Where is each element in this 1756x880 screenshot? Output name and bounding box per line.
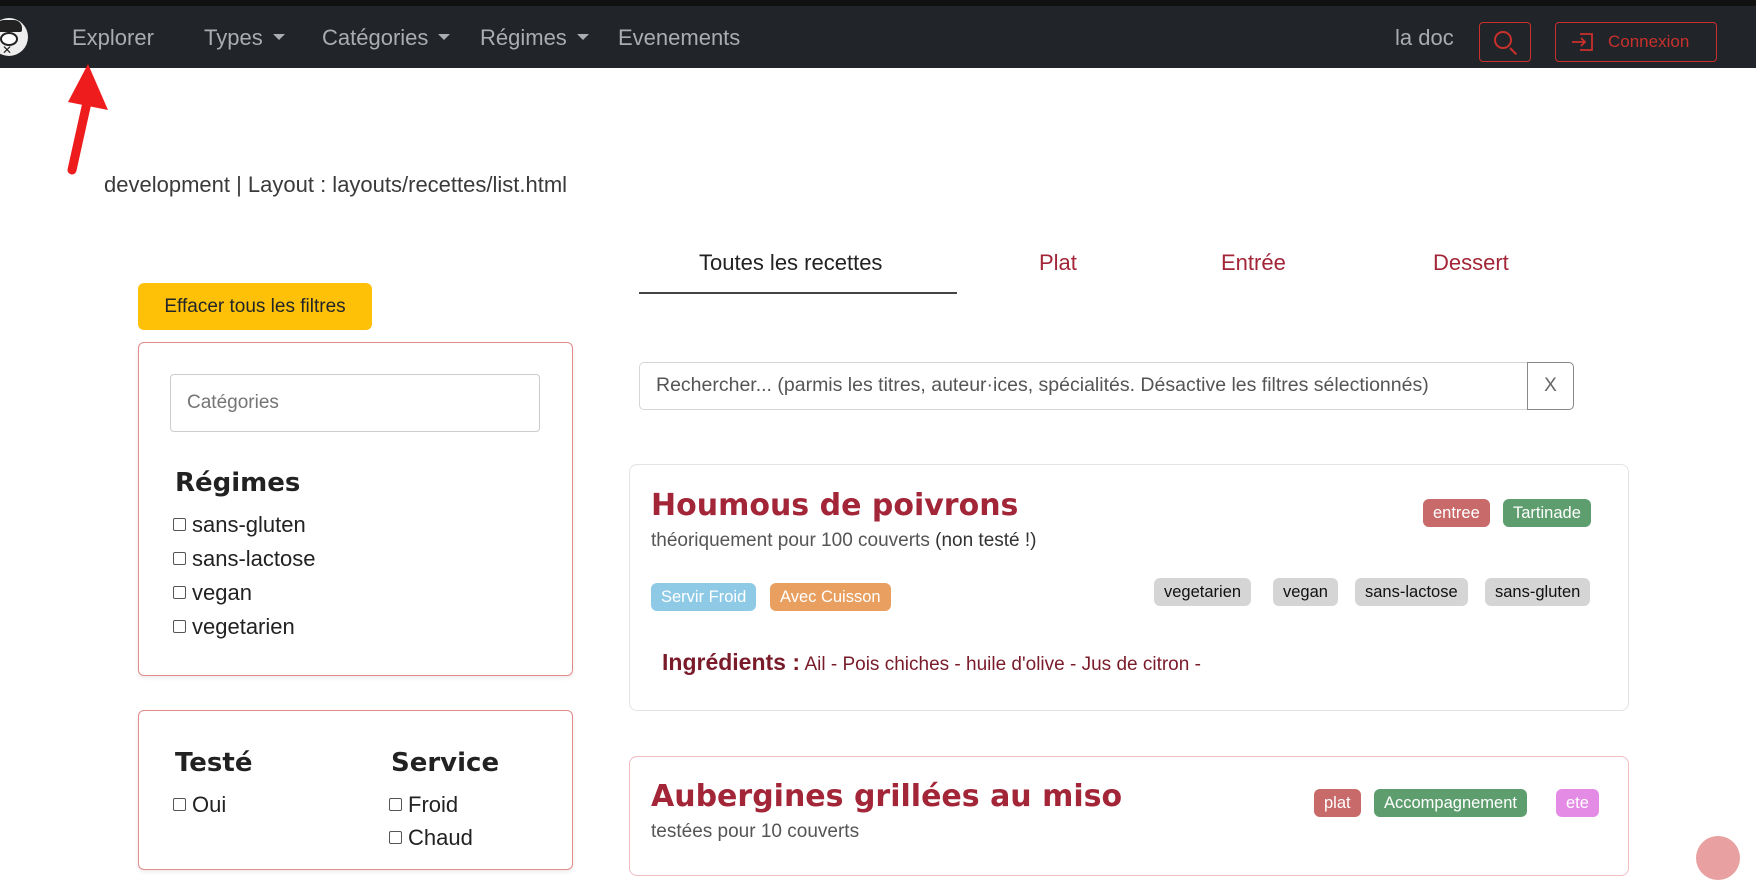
- service-checkbox-froid[interactable]: Froid: [389, 792, 458, 818]
- regime-label: vegan: [192, 580, 252, 605]
- categories-search-input[interactable]: [170, 374, 540, 432]
- service-label: Chaud: [408, 825, 473, 850]
- recipe-search-input[interactable]: Rechercher... (parmis les titres, auteur…: [639, 362, 1529, 410]
- regime-checkbox-sans-gluten[interactable]: sans-gluten: [173, 512, 306, 538]
- nav-doc-link[interactable]: la doc: [1395, 18, 1454, 58]
- category-badge: Accompagnement: [1374, 789, 1527, 817]
- recipe-title[interactable]: Aubergines grillées au miso: [651, 779, 1122, 814]
- floating-action-button[interactable]: [1696, 836, 1740, 880]
- type-badge: entree: [1423, 499, 1490, 527]
- category-badge: Tartinade: [1503, 499, 1591, 527]
- service-title: Service: [391, 748, 500, 778]
- diet-badge: vegan: [1273, 578, 1338, 606]
- recipe-servings-text: théoriquement pour 100 couverts: [651, 530, 930, 551]
- chef-logo-icon[interactable]: ✕: [0, 18, 28, 56]
- login-button[interactable]: Connexion: [1555, 22, 1717, 62]
- tab-all-recipes[interactable]: Toutes les recettes: [699, 250, 882, 276]
- regime-label: sans-gluten: [192, 512, 306, 537]
- recipe-servings: théoriquement pour 100 couverts (non tes…: [651, 530, 1037, 552]
- tab-entree[interactable]: Entrée: [1221, 250, 1286, 276]
- dev-layout-info: development | Layout : layouts/recettes/…: [104, 172, 568, 197]
- type-badge: plat: [1314, 789, 1361, 817]
- teste-checkbox-oui[interactable]: Oui: [173, 792, 226, 818]
- nav-categories-label: Catégories: [322, 25, 429, 50]
- nav-types-dropdown[interactable]: Types: [204, 18, 285, 58]
- recipe-ingredients: Ingrédients : Ail - Pois chiches - huile…: [662, 649, 1201, 676]
- diet-badge: sans-lactose: [1355, 578, 1468, 606]
- clear-filters-button[interactable]: Effacer tous les filtres: [138, 283, 372, 330]
- login-label: Connexion: [1608, 32, 1690, 51]
- nav-regimes-dropdown[interactable]: Régimes: [480, 18, 589, 58]
- checkbox[interactable]: [173, 552, 186, 565]
- checkbox[interactable]: [173, 586, 186, 599]
- season-badge: ete: [1556, 789, 1599, 817]
- recipe-servings: testées pour 10 couverts: [651, 821, 860, 842]
- recipe-title[interactable]: Houmous de poivrons: [651, 488, 1018, 523]
- checkbox[interactable]: [389, 831, 402, 844]
- diet-badge: sans-gluten: [1485, 578, 1591, 606]
- chevron-down-icon: [438, 34, 451, 41]
- active-tab-underline: [639, 292, 957, 294]
- search-button[interactable]: [1479, 22, 1531, 62]
- service-badge: Servir Froid: [651, 583, 757, 611]
- checkbox[interactable]: [173, 798, 186, 811]
- tab-plat[interactable]: Plat: [1039, 250, 1077, 276]
- regime-checkbox-sans-lactose[interactable]: sans-lactose: [173, 546, 316, 572]
- checkbox[interactable]: [173, 620, 186, 633]
- teste-label: Oui: [192, 792, 227, 817]
- top-navbar: ✕ Explorer Types Catégories Régimes Even…: [0, 0, 1756, 68]
- tab-dessert[interactable]: Dessert: [1433, 250, 1509, 276]
- chevron-down-icon: [272, 34, 285, 41]
- cooking-badge: Avec Cuisson: [770, 583, 891, 611]
- nav-evenements[interactable]: Evenements: [618, 18, 740, 58]
- diet-badge: vegetarien: [1154, 578, 1252, 606]
- recipe-note: (non testé !): [935, 530, 1037, 551]
- nav-explorer[interactable]: Explorer: [72, 18, 154, 58]
- regime-checkbox-vegetarien[interactable]: vegetarien: [173, 614, 295, 640]
- teste-title: Testé: [175, 748, 253, 778]
- nav-types-label: Types: [204, 25, 263, 50]
- regime-label: sans-lactose: [192, 546, 316, 571]
- search-clear-button[interactable]: X: [1527, 362, 1574, 410]
- checkbox[interactable]: [389, 798, 402, 811]
- regimes-title: Régimes: [175, 468, 301, 498]
- teste-service-filter-panel: [138, 710, 573, 870]
- regime-checkbox-vegan[interactable]: vegan: [173, 580, 252, 606]
- ingredients-list: Ail - Pois chiches - huile d'olive - Jus…: [804, 654, 1201, 675]
- regime-label: vegetarien: [192, 614, 295, 639]
- checkbox[interactable]: [173, 518, 186, 531]
- nav-categories-dropdown[interactable]: Catégories: [322, 18, 451, 58]
- chevron-down-icon: [576, 34, 589, 41]
- service-checkbox-chaud[interactable]: Chaud: [389, 825, 473, 851]
- nav-regimes-label: Régimes: [480, 25, 567, 50]
- ingredients-label: Ingrédients :: [662, 649, 801, 675]
- service-label: Froid: [408, 792, 459, 817]
- login-icon: [1572, 33, 1593, 51]
- red-arrow-annotation-icon: [67, 64, 108, 175]
